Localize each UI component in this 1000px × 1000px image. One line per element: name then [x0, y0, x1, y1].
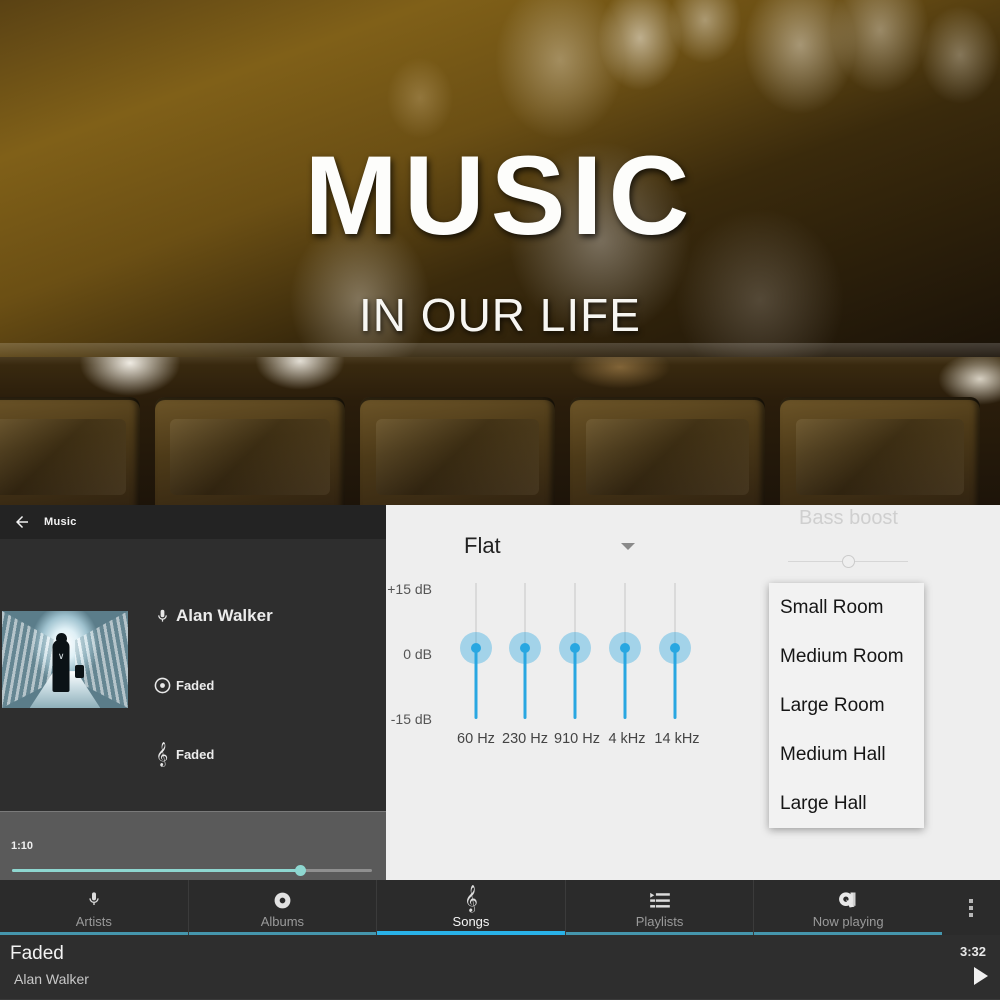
tab-label: Albums	[260, 914, 305, 929]
tab-songs[interactable]: 𝄞 Songs	[377, 880, 566, 935]
eq-db-label-min: -15 dB	[390, 711, 432, 727]
eq-preset-label: Flat	[464, 533, 501, 558]
now-playing-duration: 3:32	[959, 944, 986, 959]
treble-clef-icon: 𝄞	[464, 886, 478, 912]
bottom-tab-bar: Artists Albums 𝄞 Songs Playlists Now pla…	[0, 880, 1000, 935]
album-art	[0, 609, 130, 710]
dropdown-item-large-room[interactable]: Large Room	[769, 681, 924, 730]
eq-band-thumb[interactable]	[620, 643, 630, 653]
tab-albums[interactable]: Albums	[188, 880, 378, 935]
eq-preset-spinner[interactable]: Flat	[464, 528, 639, 564]
metadata-track-row: 𝄞 Faded	[148, 737, 273, 771]
eq-band-slider[interactable]	[657, 583, 693, 719]
seek-thumb[interactable]	[295, 865, 306, 876]
metadata-artist: Alan Walker	[176, 606, 273, 625]
seek-slider[interactable]	[12, 865, 372, 876]
tab-now-playing[interactable]: Now playing	[754, 880, 942, 935]
album-disc-icon	[148, 677, 176, 694]
microphone-icon	[148, 605, 176, 627]
eq-band-slider[interactable]	[557, 583, 593, 719]
album-disc-icon	[273, 886, 292, 910]
eq-band-graph: +15 dB 0 dB -15 dB 60 Hz 230 Hz 910 Hz 4…	[387, 581, 746, 747]
reverb-preset-dropdown[interactable]: Small Room Medium Room Large Room Medium…	[769, 583, 924, 828]
dropdown-item-large-hall[interactable]: Large Hall	[769, 779, 924, 828]
banner-highlight-band	[0, 343, 1000, 365]
tab-label: Now playing	[812, 914, 884, 929]
banner-block	[780, 397, 980, 505]
dropdown-item-small-room[interactable]: Small Room	[769, 583, 924, 632]
banner-title: MUSIC	[304, 133, 696, 258]
microphone-icon	[86, 886, 102, 910]
panel-body: Alan Walker Faded 𝄞 Faded	[0, 539, 386, 811]
hero-banner: MUSIC IN OUR LIFE	[0, 0, 1000, 505]
metadata-album: Faded	[176, 677, 215, 693]
eq-band-thumb[interactable]	[520, 643, 530, 653]
dropdown-item-medium-room[interactable]: Medium Room	[769, 632, 924, 681]
album-art-figure	[52, 640, 70, 693]
eq-band-slider[interactable]	[507, 583, 543, 719]
banner-block	[155, 397, 345, 505]
track-metadata: Alan Walker Faded 𝄞 Faded	[148, 599, 273, 771]
bass-boost-label: Bass boost	[799, 507, 898, 529]
banner-block	[360, 397, 555, 505]
banner-block	[0, 397, 140, 505]
current-time: 1:10	[11, 840, 34, 852]
now-playing-artist: Alan Walker	[14, 971, 89, 987]
album-art-bag	[75, 665, 85, 679]
tab-label: Playlists	[635, 914, 684, 929]
treble-clef-icon: 𝄞	[155, 741, 169, 766]
dropdown-item-medium-hall[interactable]: Medium Hall	[769, 730, 924, 779]
panel-appbar: Music	[0, 505, 386, 539]
panel-title: Music	[44, 516, 77, 528]
eq-band-slider[interactable]	[458, 583, 494, 719]
eq-db-label-max: +15 dB	[387, 581, 432, 597]
now-playing-bar[interactable]: Faded Alan Walker 3:32	[0, 935, 1000, 1000]
tab-artists[interactable]: Artists	[0, 880, 189, 935]
eq-band-thumb[interactable]	[670, 643, 680, 653]
now-playing-detail-panel: Music Alan Walker	[0, 505, 386, 880]
banner-subtitle: IN OUR LIFE	[359, 289, 641, 341]
seek-bar-container: 1:10	[0, 811, 386, 880]
equalizer-panel: Flat Bass boost +15 dB 0 dB -15 dB 60 Hz…	[386, 505, 1000, 880]
eq-band-thumb[interactable]	[471, 643, 481, 653]
tab-label: Songs	[452, 914, 490, 929]
bass-boost-slider[interactable]	[788, 555, 908, 569]
playlist-icon	[649, 886, 670, 910]
overflow-dots	[968, 898, 973, 917]
now-playing-title: Faded	[10, 943, 64, 964]
eq-db-label-mid: 0 dB	[403, 646, 432, 662]
tab-playlists[interactable]: Playlists	[565, 880, 755, 935]
metadata-track: Faded	[176, 746, 215, 762]
eq-band-thumb[interactable]	[570, 643, 580, 653]
eq-band-slider[interactable]	[607, 583, 643, 719]
seek-progress-fill	[12, 869, 300, 872]
now-playing-icon	[838, 886, 858, 910]
metadata-album-row: Faded	[148, 668, 273, 702]
banner-chocolate-bottom	[0, 357, 1000, 505]
metadata-artist-row: Alan Walker	[148, 599, 273, 633]
bass-boost-thumb[interactable]	[842, 555, 855, 568]
app-root: MUSIC IN OUR LIFE Music ∨ Alan Walker Fa…	[0, 0, 1000, 1000]
chevron-down-icon[interactable]	[621, 542, 635, 550]
banner-block	[570, 397, 765, 505]
tab-label: Artists	[75, 914, 112, 929]
more-vertical-icon[interactable]	[942, 880, 1000, 935]
play-icon[interactable]	[974, 967, 988, 985]
eq-freq-label: 14 kHz	[654, 731, 700, 747]
back-arrow-icon[interactable]	[0, 505, 44, 539]
